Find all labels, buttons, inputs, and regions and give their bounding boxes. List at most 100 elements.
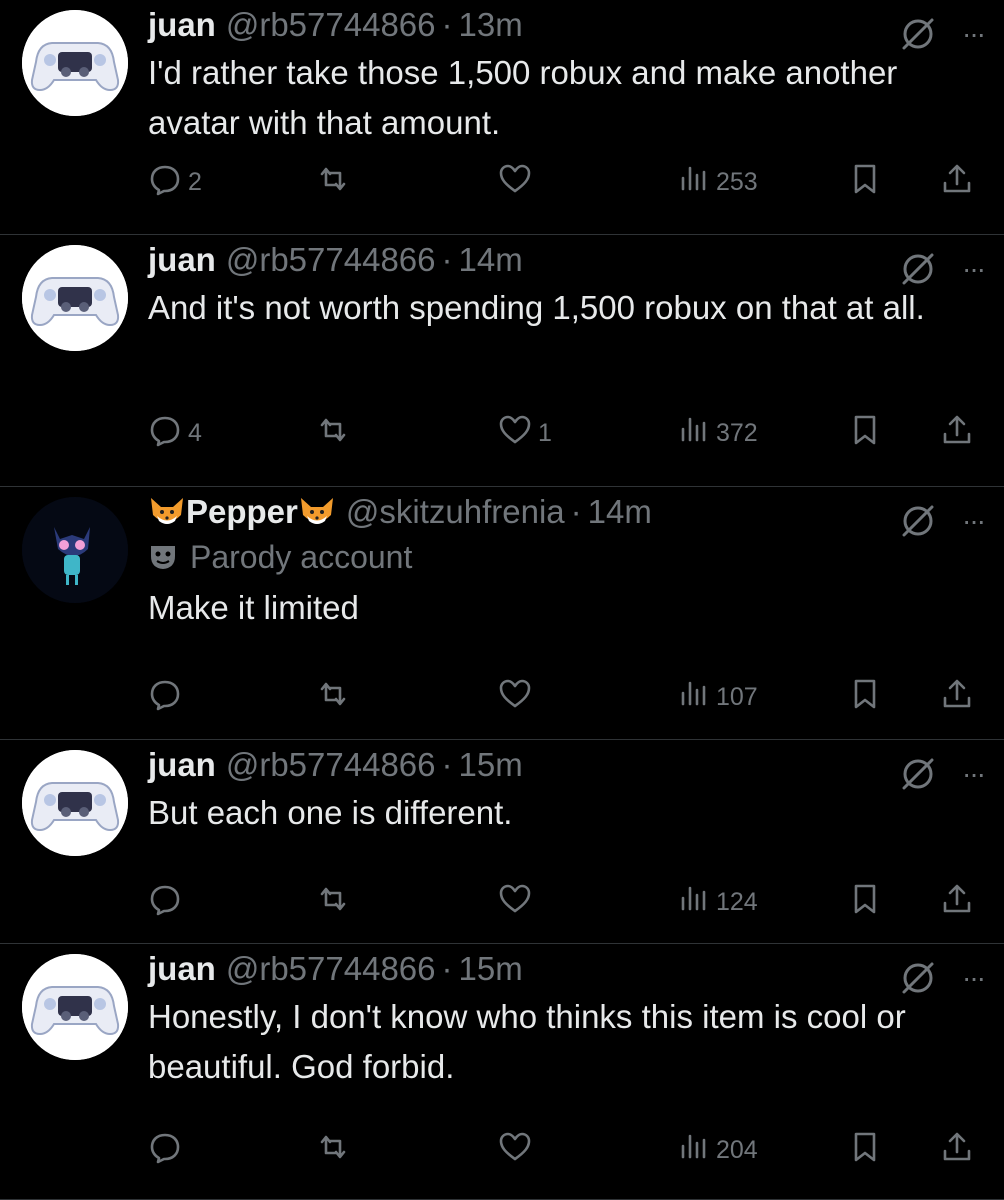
timestamp[interactable]: 13m: [459, 6, 523, 44]
more-icon[interactable]: ···: [962, 962, 986, 994]
view-count: 124: [716, 887, 758, 916]
reply-button[interactable]: [148, 1130, 188, 1171]
tweet-content: juan @rb57744866 · 13m I'd rather take t…: [148, 4, 984, 148]
views-button[interactable]: 253: [676, 162, 758, 203]
avatar[interactable]: [22, 10, 128, 116]
retweet-icon: [316, 677, 350, 718]
display-name[interactable]: juan: [148, 950, 216, 988]
tweet-header: juan @rb57744866 · 13m: [148, 4, 984, 46]
display-name[interactable]: juan: [148, 6, 216, 44]
more-icon[interactable]: ···: [962, 253, 986, 285]
tweet-content: juan @rb57744866 · 15m But each one is d…: [148, 744, 984, 838]
avatar[interactable]: [22, 245, 128, 351]
views-button[interactable]: 124: [676, 882, 758, 923]
avatar[interactable]: [22, 954, 128, 1060]
bookmark-button[interactable]: [848, 413, 882, 454]
user-handle[interactable]: @rb57744866: [226, 241, 436, 279]
user-handle[interactable]: @skitzuhfrenia: [346, 493, 565, 531]
heart-icon: [498, 882, 532, 923]
share-button[interactable]: [940, 413, 974, 454]
views-icon: [676, 882, 710, 923]
separator-dot: ·: [570, 493, 582, 530]
separator-dot: ·: [441, 746, 453, 783]
reply-button[interactable]: 2: [148, 162, 202, 203]
share-icon: [940, 1130, 974, 1171]
more-icon[interactable]: ···: [962, 505, 986, 537]
heart-icon: [498, 677, 532, 718]
user-handle[interactable]: @rb57744866: [226, 746, 436, 784]
like-button[interactable]: [498, 677, 538, 718]
avatar[interactable]: [22, 497, 128, 603]
retweet-button[interactable]: [316, 1130, 356, 1171]
separator-dot: ·: [441, 241, 453, 278]
timestamp[interactable]: 14m: [459, 241, 523, 279]
share-button[interactable]: [940, 1130, 974, 1171]
timestamp[interactable]: 15m: [459, 746, 523, 784]
more-icon[interactable]: ···: [962, 18, 986, 50]
grok-icon[interactable]: [898, 754, 938, 794]
retweet-button[interactable]: [316, 162, 356, 203]
grok-icon[interactable]: [898, 14, 938, 54]
tweet[interactable]: juan @rb57744866 · 14m And it's not wort…: [0, 235, 1004, 487]
display-name[interactable]: Pepper: [186, 493, 298, 531]
tweet[interactable]: juan @rb57744866 · 13m I'd rather take t…: [0, 0, 1004, 235]
reply-button[interactable]: 4: [148, 413, 202, 454]
view-count: 204: [716, 1135, 758, 1164]
bookmark-icon: [848, 677, 882, 718]
fox-emoji-icon: [298, 495, 336, 529]
reply-icon: [148, 413, 182, 454]
heart-icon: [498, 413, 532, 454]
timestamp[interactable]: 15m: [459, 950, 523, 988]
tweet-text: Make it limited: [148, 589, 359, 626]
bookmark-button[interactable]: [848, 162, 882, 203]
separator-dot: ·: [441, 6, 453, 43]
retweet-button[interactable]: [316, 413, 356, 454]
share-icon: [940, 677, 974, 718]
tweet-actions: 124: [148, 882, 984, 922]
tweet[interactable]: juan @rb57744866 · 15m Honestly, I don't…: [0, 944, 1004, 1200]
user-handle[interactable]: @rb57744866: [226, 6, 436, 44]
reply-icon: [148, 677, 182, 718]
tweet-header: juan @rb57744866 · 15m: [148, 744, 984, 786]
share-button[interactable]: [940, 162, 974, 203]
views-button[interactable]: 107: [676, 677, 758, 718]
timestamp[interactable]: 14m: [588, 493, 652, 531]
tweet-top-actions: ···: [898, 754, 986, 794]
views-button[interactable]: 372: [676, 413, 758, 454]
like-button[interactable]: [498, 882, 538, 923]
retweet-icon: [316, 1130, 350, 1171]
retweet-button[interactable]: [316, 882, 356, 923]
like-button[interactable]: [498, 1130, 538, 1171]
views-button[interactable]: 204: [676, 1130, 758, 1171]
share-button[interactable]: [940, 882, 974, 923]
bookmark-icon: [848, 162, 882, 203]
like-button[interactable]: [498, 162, 538, 203]
reply-button[interactable]: [148, 677, 188, 718]
grok-icon[interactable]: [898, 958, 938, 998]
tweet[interactable]: juan @rb57744866 · 15m But each one is d…: [0, 740, 1004, 944]
view-count: 253: [716, 167, 758, 196]
share-button[interactable]: [940, 677, 974, 718]
display-name[interactable]: juan: [148, 746, 216, 784]
grok-icon[interactable]: [898, 249, 938, 289]
user-handle[interactable]: @rb57744866: [226, 950, 436, 988]
avatar[interactable]: [22, 750, 128, 856]
bookmark-button[interactable]: [848, 677, 882, 718]
tweet-header: Pepper @skitzuhfrenia · 14m: [148, 491, 984, 533]
bookmark-button[interactable]: [848, 1130, 882, 1171]
bookmark-button[interactable]: [848, 882, 882, 923]
more-icon[interactable]: ···: [962, 758, 986, 790]
display-name[interactable]: juan: [148, 241, 216, 279]
timeline-feed: juan @rb57744866 · 13m I'd rather take t…: [0, 0, 1004, 1200]
parody-label: Parody account: [148, 533, 984, 581]
tweet-actions: 2 253: [148, 162, 984, 202]
grok-icon[interactable]: [898, 501, 938, 541]
heart-icon: [498, 162, 532, 203]
tweet-text: But each one is different.: [148, 794, 513, 831]
parody-label-text: Parody account: [190, 538, 413, 575]
view-count: 372: [716, 418, 758, 447]
like-button[interactable]: 1: [498, 413, 552, 454]
tweet[interactable]: Pepper @skitzuhfrenia · 14m Parody accou…: [0, 487, 1004, 740]
retweet-button[interactable]: [316, 677, 356, 718]
reply-button[interactable]: [148, 882, 188, 923]
